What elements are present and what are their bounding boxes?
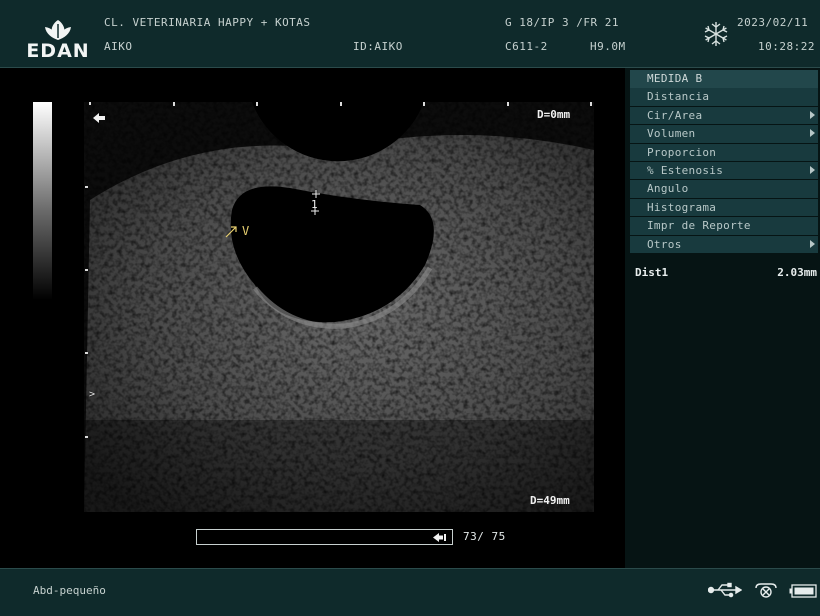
menu-item-label: Angulo xyxy=(647,182,689,196)
menu-item-volumen[interactable]: Volumen xyxy=(630,125,818,143)
submenu-arrow-icon xyxy=(810,165,815,174)
status-bar xyxy=(0,568,820,616)
menu-item-label: Histograma xyxy=(647,200,717,214)
menu-item-label: % Estenosis xyxy=(647,163,724,177)
measure-menu: MEDIDA B Distancia Cir/Area Volumen Prop… xyxy=(630,70,818,254)
measurement-value: 2.03mm xyxy=(777,266,817,279)
ultrasound-image[interactable] xyxy=(0,68,625,568)
measurement-label: Dist1 xyxy=(635,266,669,279)
edan-logo: EDAN xyxy=(22,18,94,62)
menu-item-impr-reporte[interactable]: Impr de Reporte xyxy=(630,217,818,235)
exam-preset: Abd-pequeño xyxy=(33,584,106,597)
cine-frame-counter: 73/ 75 xyxy=(463,530,506,543)
frequency: H9.0M xyxy=(590,40,626,53)
caliper-label: 1 xyxy=(311,198,318,211)
imaging-params: G 18/IP 3 /FR 21 xyxy=(505,16,619,29)
top-bar: EDAN CL. VETERINARIA HAPPY + KOTAS AIKO … xyxy=(0,0,820,68)
menu-item-label: Impr de Reporte xyxy=(647,219,751,233)
submenu-arrow-icon xyxy=(810,129,815,138)
annotation-label: V xyxy=(242,224,250,238)
depth-top: D=0mm xyxy=(537,108,571,121)
probe-model: C611-2 xyxy=(505,40,548,53)
snowflake-icon[interactable] xyxy=(702,20,730,48)
menu-item-histograma[interactable]: Histograma xyxy=(630,198,818,217)
menu-item-label: Distancia xyxy=(647,90,710,104)
exam-time: 10:28:22 xyxy=(758,40,815,53)
menu-item-label: Cir/Area xyxy=(647,108,703,122)
cine-arrow-icon xyxy=(433,533,446,542)
menu-item-otros[interactable]: Otros xyxy=(630,235,818,254)
submenu-arrow-icon xyxy=(810,239,815,248)
menu-item-proporcion[interactable]: Proporcion xyxy=(630,143,818,162)
submenu-arrow-icon xyxy=(810,110,815,119)
clinic-name: CL. VETERINARIA HAPPY + KOTAS xyxy=(104,16,311,29)
printer-icon xyxy=(755,583,777,598)
exam-date: 2023/02/11 xyxy=(737,16,809,29)
menu-item-label: Proporcion xyxy=(647,145,717,159)
menu-item-label: Volumen xyxy=(647,127,696,141)
leaf-logo-icon xyxy=(45,20,71,40)
menu-item-distancia[interactable]: Distancia xyxy=(630,88,818,106)
menu-item-cir-area[interactable]: Cir/Area xyxy=(630,106,818,125)
depth-bottom: D=49mm xyxy=(530,494,570,507)
logo-text: EDAN xyxy=(26,40,90,62)
menu-item-label: Otros xyxy=(647,237,682,251)
menu-title: MEDIDA B xyxy=(630,70,818,88)
battery-icon xyxy=(789,584,817,598)
menu-item-angulo[interactable]: Angulo xyxy=(630,180,818,198)
usb-icon xyxy=(708,582,742,598)
patient-name: AIKO xyxy=(104,40,133,53)
patient-id: ID:AIKO xyxy=(353,40,403,53)
cine-progress-bar[interactable] xyxy=(196,529,453,545)
focus-marker[interactable]: > xyxy=(89,389,95,400)
menu-item-estenosis[interactable]: % Estenosis xyxy=(630,161,818,180)
